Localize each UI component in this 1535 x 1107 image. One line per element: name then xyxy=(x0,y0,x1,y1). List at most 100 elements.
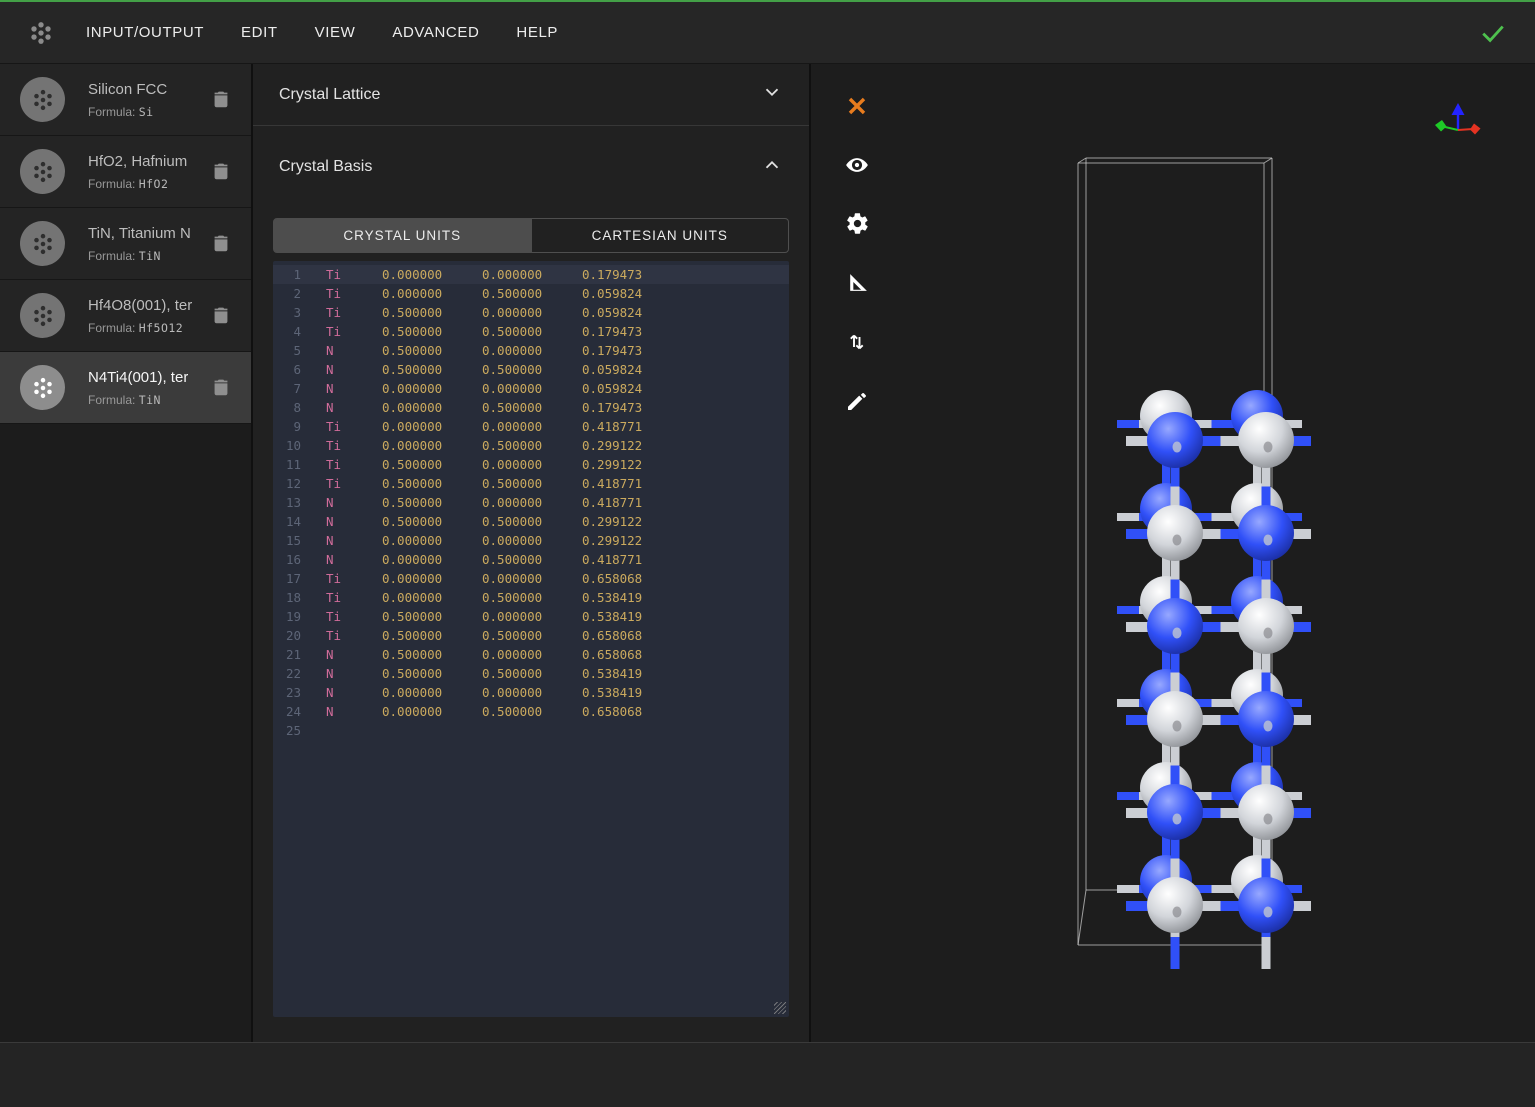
coord-x: 0.500000 xyxy=(382,626,482,645)
menu-item-advanced[interactable]: ADVANCED xyxy=(392,24,479,41)
editor-resize-handle[interactable] xyxy=(774,1002,786,1014)
basis-row[interactable]: 24 N 0.000000 0.500000 0.658068 xyxy=(273,702,789,721)
basis-row[interactable]: 20 Ti 0.500000 0.500000 0.658068 xyxy=(273,626,789,645)
delete-material-button[interactable] xyxy=(208,85,234,115)
menu-item-view[interactable]: VIEW xyxy=(315,24,356,41)
element-symbol: Ti xyxy=(326,322,382,341)
delete-material-button[interactable] xyxy=(208,229,234,259)
basis-row[interactable]: 9 Ti 0.000000 0.000000 0.418771 xyxy=(273,417,789,436)
coord-x: 0.000000 xyxy=(382,569,482,588)
axes-gizmo[interactable] xyxy=(1432,100,1484,163)
coord-z: 0.179473 xyxy=(582,265,682,284)
coord-y: 0.500000 xyxy=(482,702,582,721)
settings-gear-icon[interactable] xyxy=(827,194,887,253)
coord-z: 0.538419 xyxy=(582,683,682,702)
line-number: 16 xyxy=(273,550,301,569)
element-symbol: N xyxy=(326,664,382,683)
bottom-bar xyxy=(0,1042,1535,1107)
material-avatar-icon xyxy=(20,149,65,194)
element-symbol: Ti xyxy=(326,607,382,626)
coord-z: 0.059824 xyxy=(582,379,682,398)
basis-row[interactable]: 17 Ti 0.000000 0.000000 0.658068 xyxy=(273,569,789,588)
submit-check-button[interactable] xyxy=(1479,20,1507,48)
coord-z: 0.418771 xyxy=(582,474,682,493)
coord-x: 0.500000 xyxy=(382,322,482,341)
visibility-eye-icon[interactable] xyxy=(827,135,887,194)
basis-row[interactable]: 19 Ti 0.500000 0.000000 0.538419 xyxy=(273,607,789,626)
coord-y: 0.000000 xyxy=(482,303,582,322)
material-item[interactable]: N4Ti4(001), ter Formula: TiN xyxy=(0,352,251,424)
basis-row[interactable]: 4 Ti 0.500000 0.500000 0.179473 xyxy=(273,322,789,341)
basis-row[interactable]: 11 Ti 0.500000 0.000000 0.299122 xyxy=(273,455,789,474)
basis-row[interactable]: 7 N 0.000000 0.000000 0.059824 xyxy=(273,379,789,398)
menu-item-edit[interactable]: EDIT xyxy=(241,24,278,41)
basis-row[interactable]: 14 N 0.500000 0.500000 0.299122 xyxy=(273,512,789,531)
line-number: 17 xyxy=(273,569,301,588)
delete-material-button[interactable] xyxy=(208,373,234,403)
basis-row[interactable]: 8 N 0.000000 0.500000 0.179473 xyxy=(273,398,789,417)
coord-y: 0.000000 xyxy=(482,455,582,474)
coord-y: 0.500000 xyxy=(482,322,582,341)
line-number: 21 xyxy=(273,645,301,664)
line-number: 4 xyxy=(273,322,301,341)
basis-row[interactable]: 1 Ti 0.000000 0.000000 0.179473 xyxy=(273,265,789,284)
swap-vert-icon[interactable] xyxy=(827,312,887,371)
menu-item-help[interactable]: HELP xyxy=(516,24,558,41)
formula-value: Si xyxy=(139,105,154,119)
line-number: 2 xyxy=(273,284,301,303)
measure-ruler-icon[interactable] xyxy=(827,253,887,312)
basis-row[interactable]: 6 N 0.500000 0.500000 0.059824 xyxy=(273,360,789,379)
basis-row[interactable]: 16 N 0.000000 0.500000 0.418771 xyxy=(273,550,789,569)
coord-z: 0.299122 xyxy=(582,531,682,550)
app-logo-icon[interactable] xyxy=(20,12,62,54)
basis-row[interactable]: 22 N 0.500000 0.500000 0.538419 xyxy=(273,664,789,683)
material-name: N4Ti4(001), ter xyxy=(88,369,188,386)
basis-row[interactable]: 12 Ti 0.500000 0.500000 0.418771 xyxy=(273,474,789,493)
structure-3d-viewer[interactable] xyxy=(811,64,1535,1042)
basis-row[interactable]: 15 N 0.000000 0.000000 0.299122 xyxy=(273,531,789,550)
basis-row-empty[interactable]: 25 xyxy=(273,721,789,740)
basis-row[interactable]: 13 N 0.500000 0.000000 0.418771 xyxy=(273,493,789,512)
tab-crystal-units[interactable]: CRYSTAL UNITS xyxy=(273,218,532,253)
coord-z: 0.538419 xyxy=(582,664,682,683)
basis-row[interactable]: 3 Ti 0.500000 0.000000 0.059824 xyxy=(273,303,789,322)
crystal-lattice-section-header[interactable]: Crystal Lattice xyxy=(253,64,809,126)
basis-row[interactable]: 23 N 0.000000 0.000000 0.538419 xyxy=(273,683,789,702)
basis-coordinates-editor[interactable]: 1 Ti 0.000000 0.000000 0.1794732 Ti 0.00… xyxy=(273,261,789,1017)
edit-pencil-icon[interactable] xyxy=(827,371,887,430)
tab-cartesian-units[interactable]: CARTESIAN UNITS xyxy=(532,218,790,253)
coord-x: 0.000000 xyxy=(382,531,482,550)
basis-row[interactable]: 18 Ti 0.000000 0.500000 0.538419 xyxy=(273,588,789,607)
line-number: 5 xyxy=(273,341,301,360)
coord-y: 0.500000 xyxy=(482,550,582,569)
crystal-basis-section-header[interactable]: Crystal Basis xyxy=(253,126,809,208)
delete-material-button[interactable] xyxy=(208,157,234,187)
element-symbol: Ti xyxy=(326,474,382,493)
material-name: Silicon FCC xyxy=(88,81,167,98)
close-icon[interactable] xyxy=(827,76,887,135)
basis-row[interactable]: 5 N 0.500000 0.000000 0.179473 xyxy=(273,341,789,360)
material-item[interactable]: TiN, Titanium N Formula: TiN xyxy=(0,208,251,280)
coord-z: 0.658068 xyxy=(582,626,682,645)
coord-z: 0.059824 xyxy=(582,360,682,379)
material-avatar-icon xyxy=(20,221,65,266)
basis-row[interactable]: 10 Ti 0.000000 0.500000 0.299122 xyxy=(273,436,789,455)
coord-y: 0.000000 xyxy=(482,379,582,398)
material-formula: Formula: Si xyxy=(88,105,167,119)
x-axis-arrow xyxy=(1470,124,1481,135)
material-item[interactable]: HfO2, Hafnium Formula: HfO2 xyxy=(0,136,251,208)
coord-y: 0.000000 xyxy=(482,645,582,664)
delete-material-button[interactable] xyxy=(208,301,234,331)
coord-y: 0.500000 xyxy=(482,474,582,493)
coord-x: 0.000000 xyxy=(382,550,482,569)
coord-z: 0.179473 xyxy=(582,341,682,360)
basis-row[interactable]: 21 N 0.500000 0.000000 0.658068 xyxy=(273,645,789,664)
coord-x: 0.500000 xyxy=(382,360,482,379)
basis-row[interactable]: 2 Ti 0.000000 0.500000 0.059824 xyxy=(273,284,789,303)
material-item[interactable]: Hf4O8(001), ter Formula: Hf5O12 xyxy=(0,280,251,352)
element-symbol: N xyxy=(326,379,382,398)
coord-y: 0.500000 xyxy=(482,436,582,455)
line-number: 11 xyxy=(273,455,301,474)
material-item[interactable]: Silicon FCC Formula: Si xyxy=(0,64,251,136)
menu-item-input-output[interactable]: INPUT/OUTPUT xyxy=(86,24,204,41)
